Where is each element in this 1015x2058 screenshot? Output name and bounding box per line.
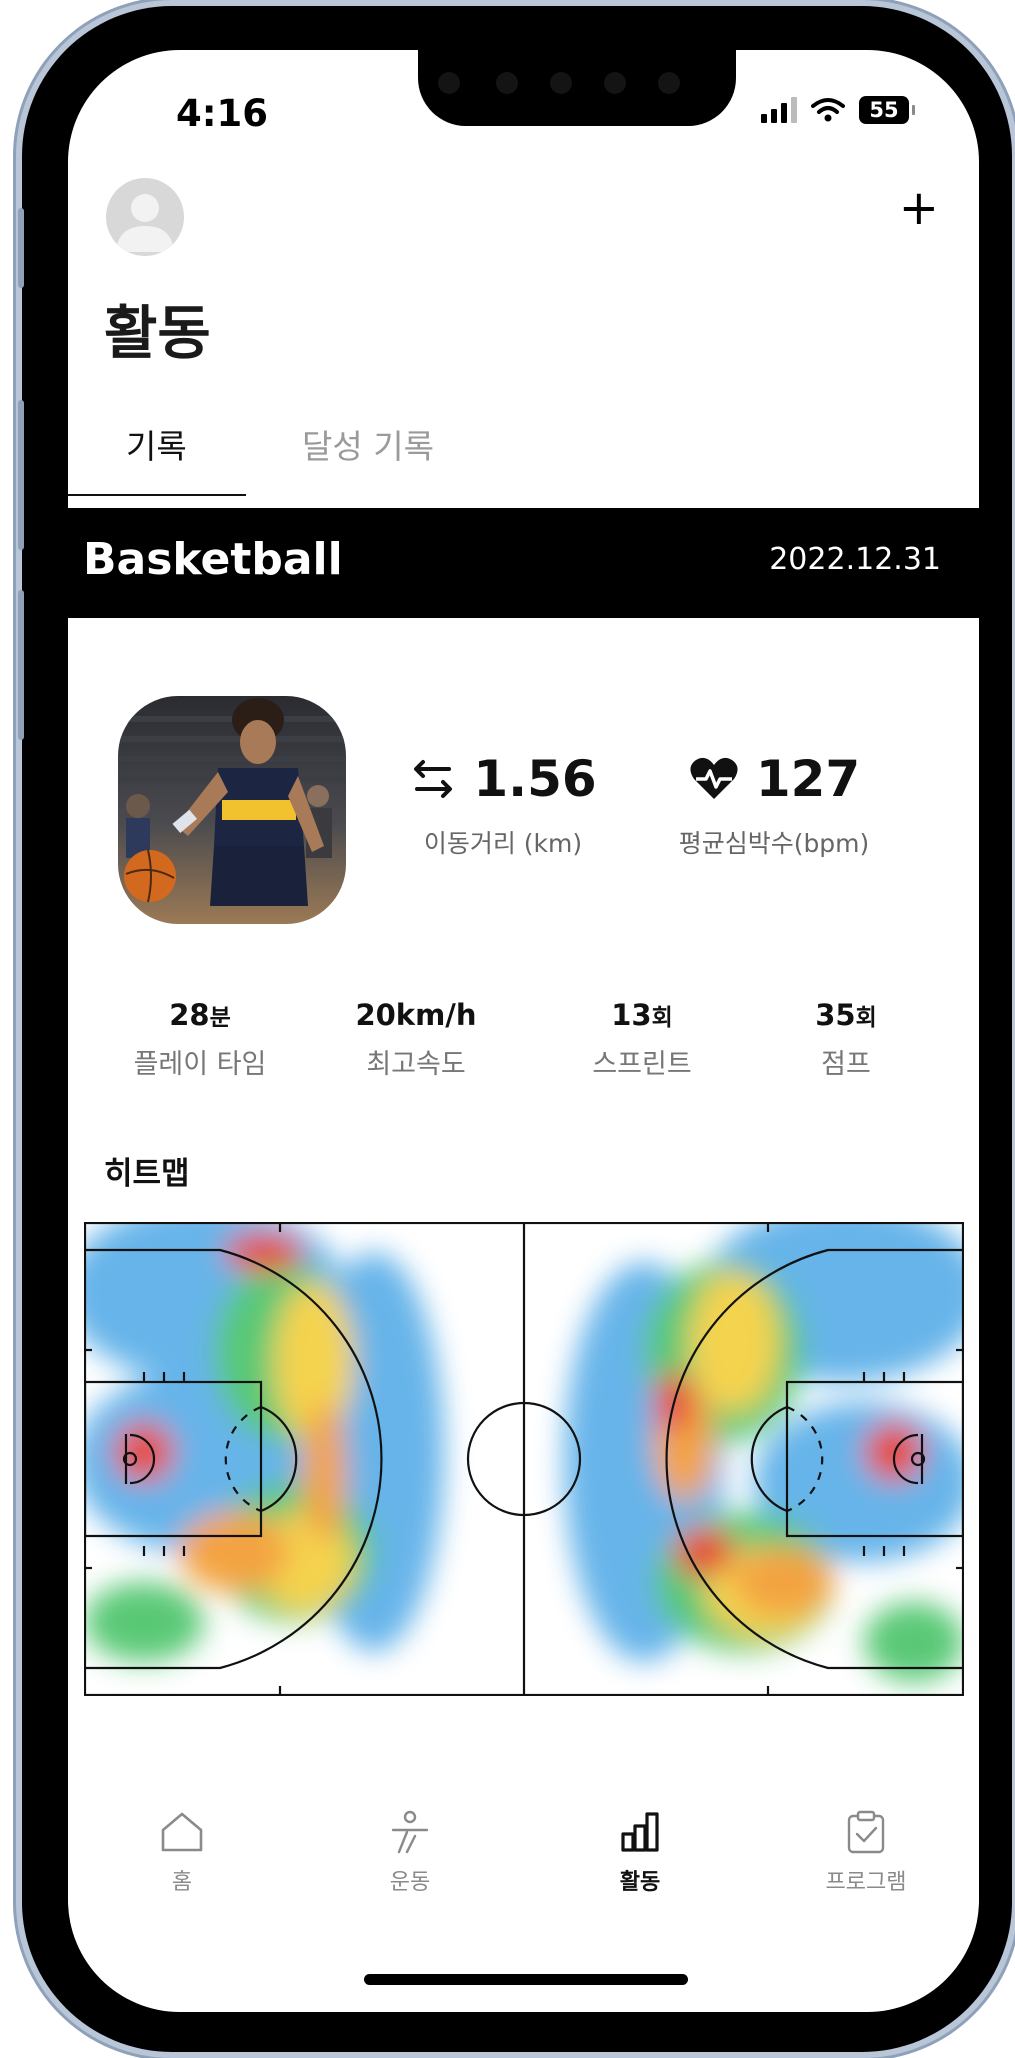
tab-records[interactable]: 기록 [126, 420, 187, 468]
arrows-swap-icon [414, 760, 453, 798]
camera-lens-icon [438, 72, 460, 94]
sensor-dot [658, 72, 680, 94]
clipboard-check-icon [847, 1810, 885, 1854]
activity-photo [118, 696, 346, 924]
tab-bar: 기록 달성 기록 [68, 420, 979, 502]
nav-label: 프로그램 [825, 1870, 907, 1895]
home-icon [161, 1812, 203, 1852]
heart-rate-value: 127 [755, 750, 861, 808]
stat-label: 플레이 타임 [133, 1049, 267, 1080]
sport-title: Basketball [83, 534, 343, 585]
nav-label: 활동 [619, 1870, 661, 1895]
stat-label: 최고속도 [366, 1049, 466, 1080]
sensor-dot [604, 72, 626, 94]
stat-unit: 분 [209, 1005, 231, 1031]
distance-value: 1.56 [473, 750, 597, 808]
nav-label: 홈 [171, 1870, 193, 1895]
stat-value: 35 [815, 998, 856, 1032]
stat-unit: 회 [651, 1005, 673, 1031]
app-screen: 4:16 55 + 활동 기록 달성 기록 Basketball 2022.12… [68, 50, 979, 2012]
nav-home[interactable]: 홈 [112, 1810, 252, 1896]
nav-activity[interactable]: 활동 [570, 1810, 710, 1896]
bottom-nav: 홈 운동 활동 프로그램 [68, 1810, 979, 1920]
home-indicator[interactable] [364, 1974, 688, 1985]
sensor-dot [496, 72, 518, 94]
profile-avatar[interactable] [106, 178, 184, 256]
activity-header: Basketball 2022.12.31 [68, 508, 979, 618]
cellular-signal-icon [761, 97, 797, 123]
heatmap-title: 히트맵 [104, 1156, 190, 1192]
distance-label: 이동거리 (km) [423, 829, 583, 858]
bar-chart-icon [621, 1812, 659, 1852]
page-title: 활동 [104, 299, 211, 367]
heart-rate-metric: 127 평균심박수(bpm) [654, 750, 894, 860]
stat-value: 28 [169, 998, 210, 1032]
nav-workout[interactable]: 운동 [340, 1810, 480, 1896]
wifi-icon [811, 98, 845, 122]
activity-date: 2022.12.31 [769, 542, 941, 577]
volume-down-button [18, 590, 24, 740]
heart-rate-label: 평균심박수(bpm) [678, 829, 870, 858]
status-icons: 55 [761, 96, 915, 124]
court-heatmap-graphic [83, 1221, 965, 1697]
stat-label: 스프린트 [592, 1049, 692, 1080]
user-silhouette-icon [116, 194, 174, 252]
nav-program[interactable]: 프로그램 [796, 1810, 936, 1896]
stat-value: 13 [611, 998, 652, 1032]
volume-up-button [18, 400, 24, 550]
stat-play-time: 28분 플레이 타임 [100, 998, 300, 1081]
distance-metric: 1.56 이동거리 (km) [398, 750, 608, 860]
heart-pulse-icon [690, 757, 738, 799]
mute-switch [18, 208, 24, 288]
sensor-dot [550, 72, 572, 94]
stat-jump: 35회 점프 [746, 998, 946, 1081]
running-person-icon [391, 1810, 429, 1854]
heatmap-court [83, 1221, 965, 1697]
stat-unit: 회 [855, 1005, 877, 1031]
stat-top-speed: 20km/h 최고속도 [316, 998, 516, 1081]
tab-achievements[interactable]: 달성 기록 [302, 420, 434, 468]
nav-label: 운동 [389, 1870, 431, 1895]
stat-sprint: 13회 스프린트 [542, 998, 742, 1081]
active-tab-indicator [68, 494, 246, 496]
battery-indicator: 55 [859, 96, 915, 124]
status-time: 4:16 [176, 92, 269, 135]
stat-value: 20km/h [355, 998, 477, 1032]
add-button[interactable]: + [899, 184, 939, 232]
camera-notch [418, 50, 736, 126]
stat-label: 점프 [821, 1049, 871, 1080]
